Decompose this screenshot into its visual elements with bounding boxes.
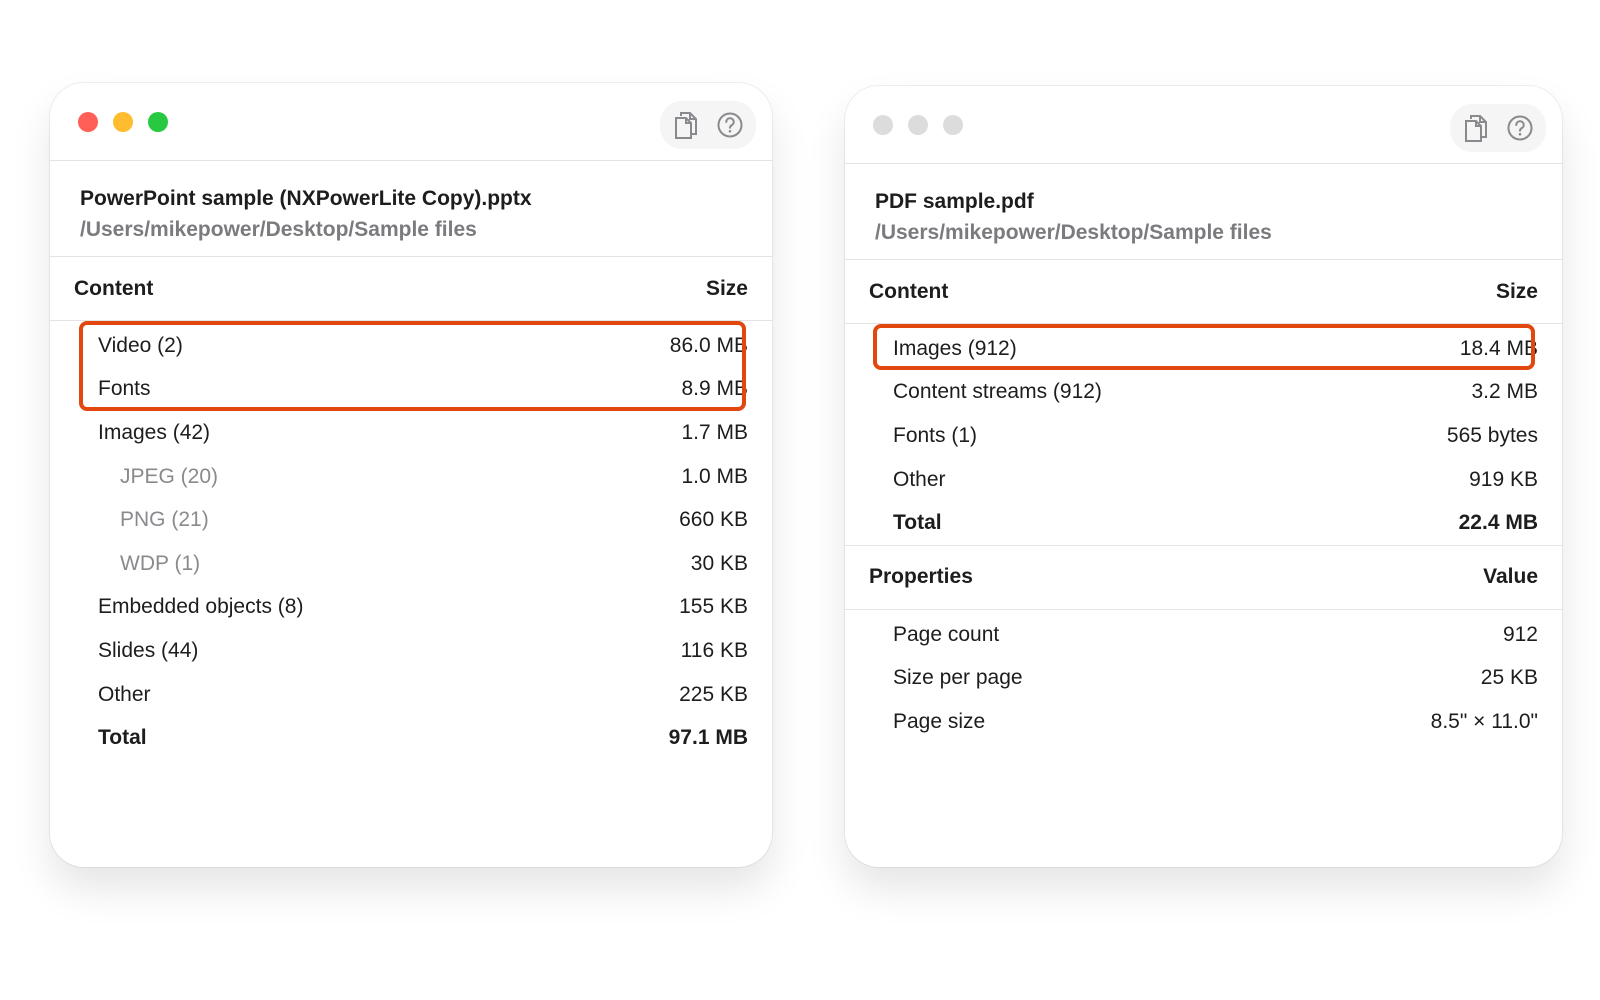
properties-table-header: Properties Value: [845, 546, 1562, 610]
minimize-button[interactable]: [113, 112, 133, 132]
content-row-total: Total 97.1 MB: [98, 726, 748, 750]
size-header: Size: [1495, 279, 1538, 303]
content-row-jpeg: JPEG (20) 1.0 MB: [120, 464, 748, 488]
size-header: Size: [705, 276, 748, 300]
content-table-header: Content Size: [845, 260, 1562, 324]
pptx-info-window: PowerPoint sample (NXPowerLite Copy).ppt…: [50, 83, 772, 867]
content-row-total: Total 22.4 MB: [893, 511, 1538, 535]
file-name: PDF sample.pdf: [875, 190, 1034, 213]
content-row-png: PNG (21) 660 KB: [120, 508, 748, 532]
minimize-button[interactable]: [908, 115, 928, 135]
title-bar: [50, 83, 772, 161]
file-info: PowerPoint sample (NXPowerLite Copy).ppt…: [50, 161, 772, 257]
title-bar: [845, 86, 1562, 164]
highlight-box: [873, 324, 1535, 370]
toolbar-group: [660, 101, 756, 149]
content-header: Content: [869, 279, 949, 303]
content-row-images: Images (42) 1.7 MB: [98, 420, 748, 444]
content-row-other: Other 225 KB: [98, 682, 748, 706]
toolbar-group: [1450, 104, 1546, 152]
content-row-slides: Slides (44) 116 KB: [98, 638, 748, 662]
pdf-info-window: PDF sample.pdf /Users/mikepower/Desktop/…: [845, 86, 1562, 867]
property-row-page-count: Page count 912: [893, 622, 1538, 646]
properties-header: Properties: [869, 565, 973, 589]
close-button[interactable]: [873, 115, 893, 135]
zoom-button[interactable]: [943, 115, 963, 135]
file-info: PDF sample.pdf /Users/mikepower/Desktop/…: [845, 164, 1562, 260]
copy-icon[interactable]: [1459, 111, 1493, 145]
file-name: PowerPoint sample (NXPowerLite Copy).ppt…: [80, 187, 532, 210]
file-path: /Users/mikepower/Desktop/Sample files: [875, 221, 1272, 244]
help-icon[interactable]: [1503, 111, 1537, 145]
zoom-button[interactable]: [148, 112, 168, 132]
content-row-wdp: WDP (1) 30 KB: [120, 551, 748, 575]
traffic-lights: [78, 112, 168, 132]
content-header: Content: [74, 276, 154, 300]
help-icon[interactable]: [713, 108, 747, 142]
content-row-content-streams: Content streams (912) 3.2 MB: [893, 380, 1538, 404]
traffic-lights: [873, 115, 963, 135]
file-path: /Users/mikepower/Desktop/Sample files: [80, 218, 477, 241]
properties-list: Page count 912 Size per page 25 KB Page …: [845, 610, 1562, 744]
content-row-other: Other 919 KB: [893, 467, 1538, 491]
content-row-embedded-objects: Embedded objects (8) 155 KB: [98, 595, 748, 619]
property-row-page-size: Page size 8.5" × 11.0": [893, 709, 1538, 733]
content-row-fonts: Fonts (1) 565 bytes: [893, 423, 1538, 447]
content-table-header: Content Size: [50, 257, 772, 321]
value-header: Value: [1483, 565, 1538, 589]
highlight-box: [79, 321, 746, 411]
property-row-size-per-page: Size per page 25 KB: [893, 666, 1538, 690]
copy-icon[interactable]: [669, 108, 703, 142]
close-button[interactable]: [78, 112, 98, 132]
